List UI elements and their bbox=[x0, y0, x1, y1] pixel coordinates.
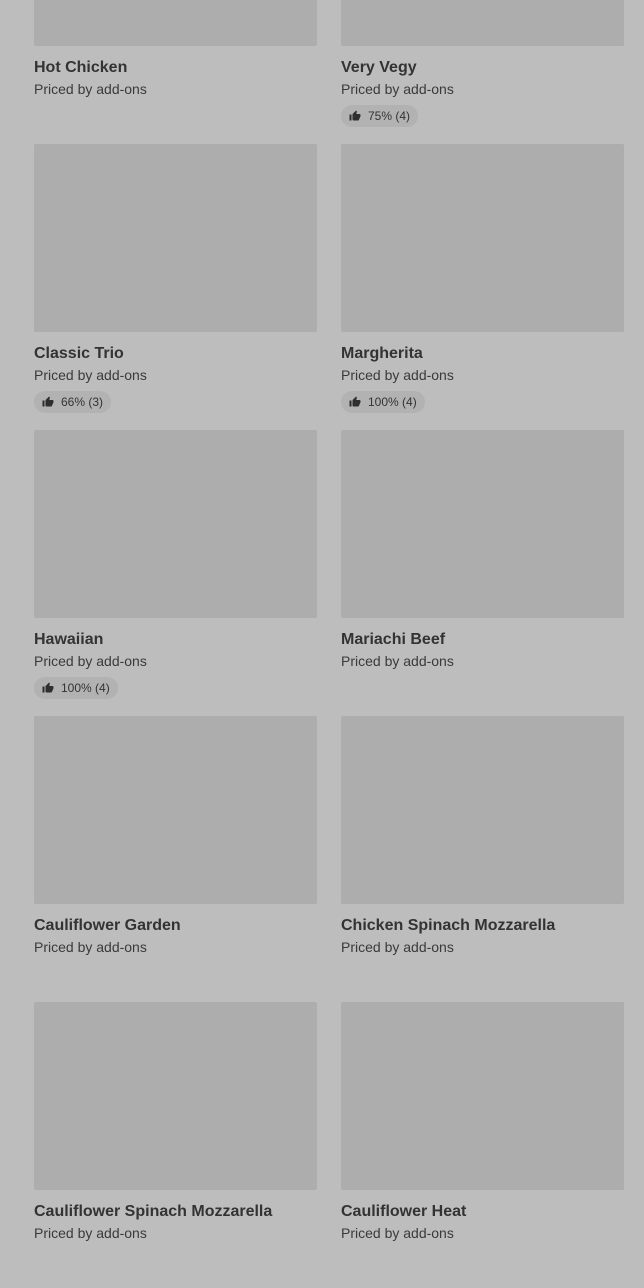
menu-item-price: Priced by add-ons bbox=[341, 653, 454, 669]
menu-item-image[interactable] bbox=[34, 430, 317, 618]
menu-item-card[interactable]: Cauliflower Spinach Mozzarella Priced by … bbox=[34, 1002, 317, 1288]
menu-item-image[interactable] bbox=[34, 1002, 317, 1190]
menu-item-price: Priced by add-ons bbox=[341, 81, 454, 97]
menu-item-image[interactable] bbox=[34, 716, 317, 904]
menu-item-price: Priced by add-ons bbox=[341, 1225, 454, 1241]
menu-item-name[interactable]: Chicken Spinach Mozzarella bbox=[341, 916, 624, 936]
menu-item-price: Priced by add-ons bbox=[34, 653, 147, 669]
menu-item-price: Priced by add-ons bbox=[34, 367, 147, 383]
menu-item-card[interactable]: Mariachi Beef Priced by add-ons bbox=[341, 430, 624, 716]
menu-item-name[interactable]: Hot Chicken bbox=[34, 58, 317, 78]
menu-item-card[interactable]: Hawaiian Priced by add-ons 100% (4) bbox=[34, 430, 317, 716]
rating-text: 66% (3) bbox=[61, 395, 104, 409]
menu-item-name[interactable]: Cauliflower Garden bbox=[34, 916, 317, 936]
menu-item-card[interactable]: Chicken Spinach Mozzarella Priced by add-… bbox=[341, 716, 624, 1002]
menu-item-card[interactable]: Margherita Priced by add-ons 100% (4) bbox=[341, 144, 624, 430]
menu-item-card[interactable]: Hot Chicken Priced by add-ons bbox=[34, 0, 317, 144]
menu-item-price: Priced by add-ons bbox=[34, 939, 147, 955]
thumbs-up-icon bbox=[349, 110, 361, 122]
thumbs-up-icon bbox=[42, 682, 54, 694]
menu-item-card[interactable]: Classic Trio Priced by add-ons 66% (3) bbox=[34, 144, 317, 430]
rating-badge: 66% (3) bbox=[34, 391, 112, 413]
menu-item-name[interactable]: Cauliflower Heat bbox=[341, 1202, 624, 1222]
thumbs-up-icon bbox=[349, 396, 361, 408]
rating-text: 75% (4) bbox=[368, 109, 411, 123]
rating-badge: 75% (4) bbox=[341, 105, 419, 127]
menu-item-price: Priced by add-ons bbox=[341, 939, 454, 955]
menu-item-image[interactable] bbox=[341, 430, 624, 618]
menu-item-image[interactable] bbox=[341, 144, 624, 332]
menu-item-price: Priced by add-ons bbox=[34, 1225, 147, 1241]
menu-item-name[interactable]: Margherita bbox=[341, 344, 624, 364]
menu-item-name[interactable]: Mariachi Beef bbox=[341, 630, 624, 650]
menu-item-name[interactable]: Classic Trio bbox=[34, 344, 317, 364]
menu-item-price: Priced by add-ons bbox=[341, 367, 454, 383]
menu-item-name[interactable]: Cauliflower Spinach Mozzarella bbox=[34, 1202, 317, 1222]
menu-item-card[interactable]: Very Vegy Priced by add-ons 75% (4) bbox=[341, 0, 624, 144]
menu-item-name[interactable]: Hawaiian bbox=[34, 630, 317, 650]
rating-badge: 100% (4) bbox=[34, 677, 118, 699]
menu-item-image[interactable] bbox=[34, 0, 317, 46]
menu-item-image[interactable] bbox=[341, 1002, 624, 1190]
menu-item-grid: Hot Chicken Priced by add-ons Very Vegy Pri… bbox=[34, 0, 624, 1288]
menu-item-name[interactable]: Very Vegy bbox=[341, 58, 624, 78]
rating-text: 100% (4) bbox=[368, 395, 417, 409]
menu-item-image[interactable] bbox=[341, 716, 624, 904]
thumbs-up-icon bbox=[42, 396, 54, 408]
menu-item-image[interactable] bbox=[34, 144, 317, 332]
menu-item-card[interactable]: Cauliflower Garden Priced by add-ons bbox=[34, 716, 317, 1002]
menu-item-card[interactable]: Cauliflower Heat Priced by add-ons bbox=[341, 1002, 624, 1288]
rating-text: 100% (4) bbox=[61, 681, 110, 695]
menu-item-image[interactable] bbox=[341, 0, 624, 46]
menu-item-price: Priced by add-ons bbox=[34, 81, 147, 97]
rating-badge: 100% (4) bbox=[341, 391, 425, 413]
